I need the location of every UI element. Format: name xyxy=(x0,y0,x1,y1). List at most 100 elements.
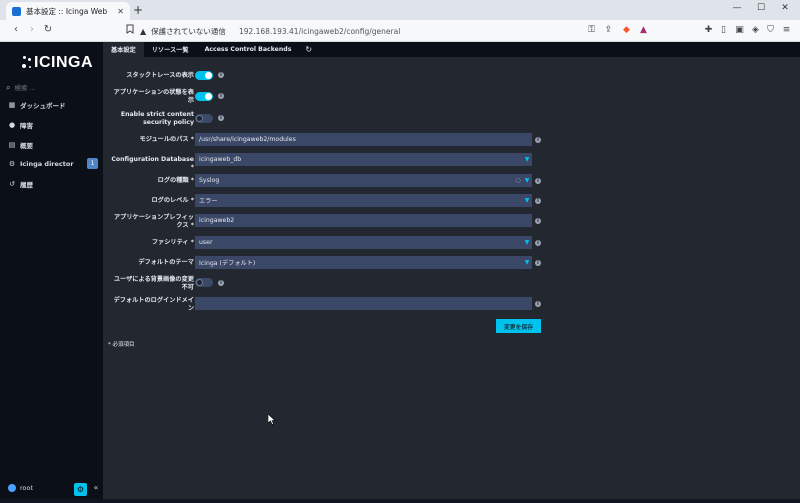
config-db-select[interactable]: icingaweb_db ▼ xyxy=(195,153,532,166)
sidebar-item-overview[interactable]: ▤ 概要 xyxy=(8,139,100,151)
module-path-input[interactable] xyxy=(195,133,532,146)
strict-csp-label: Enable strict content security policy xyxy=(120,111,194,126)
bookmark-icon[interactable] xyxy=(124,24,136,37)
icinga-favicon-icon xyxy=(12,6,21,16)
default-theme-value: Icinga (デフォルト) xyxy=(199,260,256,267)
app-state-toggle[interactable] xyxy=(195,92,213,101)
module-path-label: モジュールのパス * xyxy=(139,136,194,143)
sidebar-item-label: Icinga director xyxy=(20,160,74,168)
vpn-icon[interactable]: ◈ xyxy=(750,25,761,35)
sidebar-item-problems[interactable]: ● 障害 xyxy=(8,119,100,131)
search-icon: ⌕ xyxy=(6,83,11,92)
toggle-knob xyxy=(205,72,212,79)
tab-general[interactable]: 基本設定 xyxy=(103,42,144,57)
shield-icon[interactable]: ⛉ xyxy=(765,25,776,35)
app-prefix-label: アプリケーションプレフィックス * xyxy=(113,214,194,229)
browser-toolbar: ‹ › ↻ ▲ 保護されていない通信 192.168.193.41/icinga… xyxy=(0,20,800,42)
user-bg-image-label: ユーザによる背景画像の変更不可 xyxy=(113,276,194,291)
user-menu[interactable]: root xyxy=(8,484,33,492)
forward-icon[interactable]: › xyxy=(26,24,38,35)
icinga-app: icinga ⌕ ▦ ダッシュボード ● 障害 ▤ 概要 ⚙ Icinga di… xyxy=(0,42,800,503)
brave-rewards-icon[interactable]: ▲ xyxy=(638,25,649,35)
overview-icon: ▤ xyxy=(8,141,16,149)
tab-close-icon[interactable]: ✕ xyxy=(117,7,124,16)
tab-bar: 基本設定 リソース一覧 Access Control Backends ↻ xyxy=(103,42,800,57)
mouse-cursor-icon xyxy=(268,414,276,425)
chevron-down-icon: ▼ xyxy=(524,259,530,266)
sidebar-item-dashboard[interactable]: ▦ ダッシュボード xyxy=(8,99,100,111)
info-icon[interactable]: i xyxy=(535,137,541,143)
info-icon[interactable]: i xyxy=(535,178,541,184)
app-state-label: アプリケーションの状態を表示 xyxy=(113,89,194,104)
window-close-icon[interactable]: ✕ xyxy=(778,3,792,13)
log-type-value: Syslog xyxy=(199,177,220,184)
toggle-knob xyxy=(196,279,203,286)
info-icon[interactable]: i xyxy=(218,280,224,286)
facility-label: ファシリティ * xyxy=(151,239,194,246)
info-icon[interactable]: i xyxy=(535,240,541,246)
sidebar-toggle-icon[interactable]: ▯ xyxy=(718,25,729,35)
info-icon[interactable]: i xyxy=(535,198,541,204)
search-input[interactable] xyxy=(14,84,85,92)
sidebar-item-label: ダッシュボード xyxy=(20,102,66,110)
app-prefix-input[interactable] xyxy=(195,214,532,227)
log-level-select[interactable]: エラー ▼ xyxy=(195,194,532,207)
icinga-logo[interactable]: icinga xyxy=(22,52,93,74)
key-icon[interactable]: ⚿ xyxy=(586,25,597,35)
icinga-logo-icon xyxy=(22,56,32,70)
history-icon: ↺ xyxy=(9,180,15,188)
extensions-icon[interactable]: ✚ xyxy=(703,25,714,35)
address-bar[interactable]: ▲ 保護されていない通信 192.168.193.41/icingaweb2/c… xyxy=(140,23,660,39)
login-domain-input[interactable] xyxy=(195,297,532,310)
settings-gear-icon[interactable]: ⚙ xyxy=(74,483,87,496)
dashboard-icon: ▦ xyxy=(8,101,16,109)
toggle-knob xyxy=(196,115,203,122)
facility-value: user xyxy=(199,239,213,246)
tab-resources[interactable]: リソース一覧 xyxy=(144,42,197,57)
config-db-label: Configuration Database * xyxy=(111,156,194,171)
new-tab-icon[interactable]: + xyxy=(133,3,145,17)
search-box: ⌕ xyxy=(6,82,98,94)
sidebar-item-history[interactable]: ↺ 履歴 xyxy=(8,178,100,190)
info-icon[interactable]: i xyxy=(218,72,224,78)
refresh-icon[interactable]: ↻ xyxy=(299,42,318,57)
info-icon[interactable]: i xyxy=(218,93,224,99)
back-icon[interactable]: ‹ xyxy=(10,24,22,35)
menu-icon[interactable]: ≡ xyxy=(781,25,792,35)
user-bg-image-toggle[interactable] xyxy=(195,278,213,287)
chevron-down-icon: ▼ xyxy=(524,239,530,246)
save-button[interactable]: 変更を保存 xyxy=(496,319,541,333)
info-icon[interactable]: i xyxy=(218,115,224,121)
reload-icon[interactable]: ↻ xyxy=(42,24,54,35)
default-theme-select[interactable]: Icinga (デフォルト) ▼ xyxy=(195,256,532,269)
url-text[interactable]: 192.168.193.41/icingaweb2/config/general xyxy=(239,27,400,36)
main-content: 基本設定 リソース一覧 Access Control Backends ↻ スタ… xyxy=(103,42,800,499)
log-type-label: ログの種類 * xyxy=(157,177,194,184)
toggle-knob xyxy=(205,93,212,100)
director-icon: ⚙ xyxy=(8,160,16,168)
info-icon[interactable]: i xyxy=(535,260,541,266)
info-icon[interactable]: i xyxy=(535,218,541,224)
maximize-icon[interactable]: ☐ xyxy=(754,3,768,13)
brave-shield-icon[interactable]: ◆ xyxy=(621,25,632,35)
facility-select[interactable]: user ▼ xyxy=(195,236,532,249)
chevron-down-icon: ▼ xyxy=(524,156,530,163)
default-theme-label: デフォルトのテーマ xyxy=(138,259,194,266)
security-status: 保護されていない通信 xyxy=(151,26,226,36)
info-icon[interactable]: i xyxy=(535,301,541,307)
minimize-icon[interactable]: — xyxy=(730,3,744,13)
browser-tab[interactable]: 基本設定 :: Icinga Web ✕ xyxy=(6,2,130,20)
tab-access-control-backends[interactable]: Access Control Backends xyxy=(197,42,300,57)
stacktraces-toggle[interactable] xyxy=(195,71,213,80)
collapse-sidebar-icon[interactable]: « xyxy=(91,483,101,492)
share-icon[interactable]: ⇪ xyxy=(603,25,614,35)
wallet-icon[interactable]: ▣ xyxy=(734,25,745,35)
sidebar-item-director[interactable]: ⚙ Icinga director 1 xyxy=(8,158,100,170)
warning-icon: ▲ xyxy=(140,26,147,36)
strict-csp-toggle[interactable] xyxy=(195,114,213,123)
log-type-select[interactable]: Syslog ◌ ▼ xyxy=(195,174,532,187)
chevron-down-icon: ▼ xyxy=(524,197,530,204)
sidebar-item-label: 概要 xyxy=(20,142,33,150)
logo-text: icinga xyxy=(34,54,93,71)
loading-spinner-icon: ◌ xyxy=(515,177,521,184)
